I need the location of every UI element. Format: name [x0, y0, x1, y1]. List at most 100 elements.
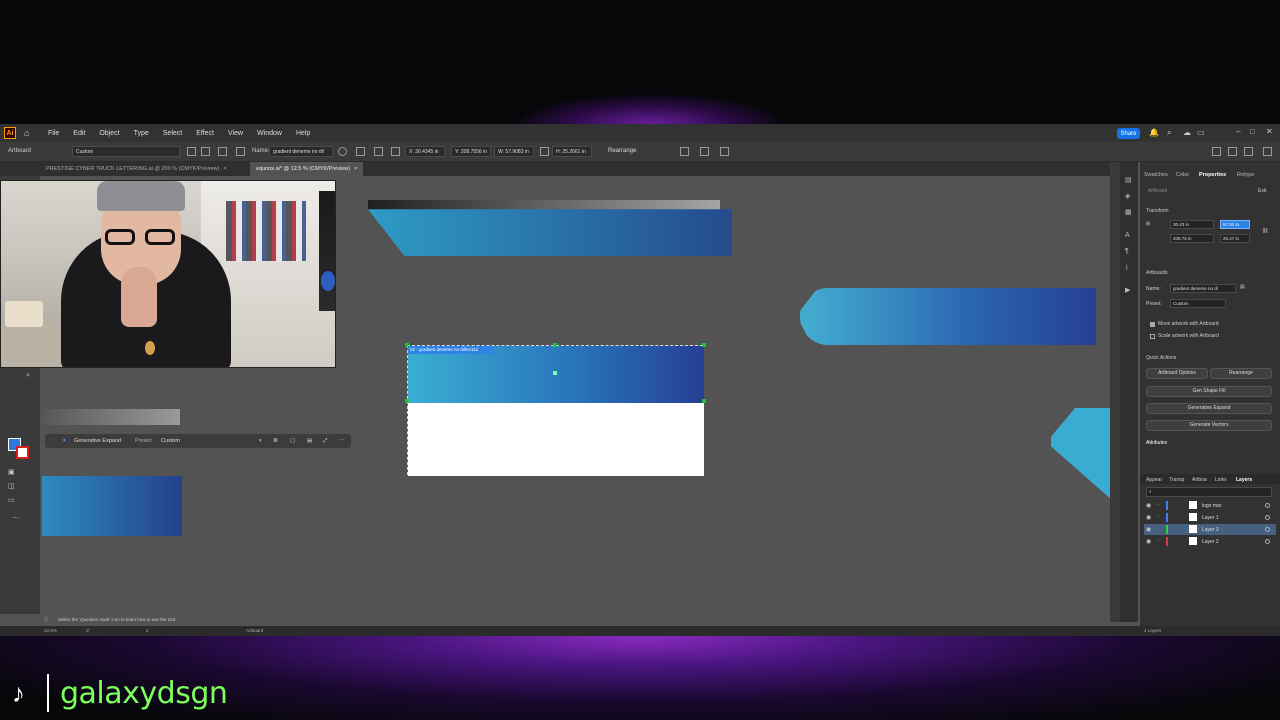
menu-select[interactable]: Select	[163, 130, 182, 137]
help-icon[interactable]: ⓘ	[44, 617, 49, 623]
gear-icon[interactable]	[338, 147, 347, 156]
selection-handle[interactable]	[553, 343, 557, 347]
minimize-icon[interactable]: –	[1236, 127, 1240, 136]
tab-appearance[interactable]: Appear	[1146, 477, 1162, 483]
layer-row[interactable]: ◉ ▫ Layer 2	[1144, 536, 1276, 547]
play-icon[interactable]: ▶	[1125, 286, 1130, 294]
expand-icon[interactable]: ⤢	[323, 438, 327, 445]
rearrange-button[interactable]: Rearrange	[1210, 368, 1272, 379]
generate-vectors-button[interactable]: Generate Vectors	[1146, 420, 1272, 431]
menu-window[interactable]: Window	[257, 130, 282, 137]
preset-dropdown[interactable]: Custom	[161, 438, 180, 444]
menu-file[interactable]: File	[48, 130, 59, 137]
constrain-proportions-icon[interactable]: ⛓	[1262, 228, 1268, 234]
lock-icon[interactable]: ▫	[1157, 526, 1159, 532]
canvas-gradient-rect-left[interactable]	[42, 476, 182, 536]
home-icon[interactable]: ⌂	[24, 128, 34, 138]
tab-layers[interactable]: Layers	[1236, 477, 1252, 483]
tab-equnox[interactable]: equnox.ai* @ 12.5 % (CMYK/Preview) ×	[250, 162, 364, 176]
properties-icon[interactable]: ▤	[1125, 176, 1132, 184]
h-field[interactable]: H: 25.2661 in	[552, 146, 592, 157]
lock-icon[interactable]: ▫	[1157, 502, 1159, 508]
artboard-list-icon[interactable]: ▤	[1240, 284, 1245, 290]
artboard-options-button[interactable]: Artboard Options	[1146, 368, 1208, 379]
tab-retype[interactable]: Retype	[1237, 172, 1254, 178]
preset-select[interactable]: Custom	[72, 146, 180, 157]
move-artwork-checkbox[interactable]	[1150, 322, 1155, 327]
target-icon[interactable]	[1265, 527, 1270, 532]
target-icon[interactable]	[1265, 539, 1270, 544]
selection-handle[interactable]	[405, 343, 409, 347]
adjust-icon[interactable]: ⚙	[273, 438, 278, 444]
reference-point-icon[interactable]	[391, 147, 400, 156]
toolbar-options-icon[interactable]	[1244, 147, 1253, 156]
brush-icon[interactable]: ⌇	[1125, 264, 1128, 272]
rearrange-button[interactable]: Rearrange	[608, 148, 636, 154]
more-tools-icon[interactable]: ⋯	[12, 514, 19, 522]
menu-icon[interactable]	[1263, 147, 1272, 156]
menu-object[interactable]: Object	[99, 130, 119, 137]
prop-x-field[interactable]: 30.43 in	[1170, 220, 1214, 229]
scale-artwork-checkbox[interactable]	[1150, 334, 1155, 339]
screen-mode-icon[interactable]: ▭	[8, 496, 15, 504]
y-field[interactable]: Y: 208.7556 in	[451, 146, 491, 157]
status-mode[interactable]: Artboard	[246, 628, 263, 633]
prop-h-field[interactable]: 25.27 in	[1220, 234, 1250, 243]
visibility-icon[interactable]: ◉	[1146, 502, 1151, 509]
generative-expand-button[interactable]: Generative Expand	[74, 438, 121, 444]
tab-color[interactable]: Color	[1176, 172, 1189, 178]
canvas-grey-strip[interactable]	[368, 200, 720, 210]
gen-shape-fill-button[interactable]: Gen Shape Fill	[1146, 386, 1272, 397]
bell-icon[interactable]: 🔔	[1149, 128, 1159, 137]
close-icon[interactable]: ×	[354, 166, 357, 172]
w-field[interactable]: W: 57.9083 in	[494, 146, 534, 157]
canvas-scrollbar[interactable]	[1110, 162, 1120, 622]
generative-expand-button[interactable]: Generative Expand	[1146, 403, 1272, 414]
visibility-icon[interactable]: ◉	[1146, 514, 1151, 521]
selection-handle[interactable]	[702, 343, 706, 347]
prop-y-field[interactable]: 208.76 in	[1170, 234, 1214, 243]
menu-effect[interactable]: Effect	[196, 130, 214, 137]
prop-w-field[interactable]: 57.91 in	[1220, 220, 1250, 229]
workspace-switcher-icon[interactable]: ▭	[1197, 128, 1205, 137]
variations-icon[interactable]: ▢	[290, 438, 295, 444]
layers-search-input[interactable]: ⌕	[1146, 487, 1272, 497]
align-icon[interactable]	[700, 147, 709, 156]
share-button[interactable]: Share	[1117, 128, 1140, 139]
more-icon[interactable]: ⋯	[339, 438, 345, 444]
close-icon[interactable]: ✕	[1266, 127, 1273, 136]
rotation-value[interactable]: 0°	[86, 628, 90, 633]
arrange-icon[interactable]	[1228, 147, 1237, 156]
layers-icon[interactable]: ◈	[1125, 192, 1130, 200]
export-icon[interactable]	[680, 147, 689, 156]
tab-artboards[interactable]: Artboa	[1192, 477, 1207, 483]
menu-edit[interactable]: Edit	[73, 130, 85, 137]
reference-point-icon[interactable]: ⊞	[1146, 221, 1150, 227]
exit-button[interactable]: Exit	[1258, 188, 1266, 194]
target-icon[interactable]	[1265, 503, 1270, 508]
selection-handle[interactable]	[405, 399, 409, 403]
layer-row[interactable]: ◉ ▫ logo mar	[1144, 500, 1276, 511]
tab-transparency[interactable]: Transp	[1169, 477, 1184, 483]
menu-help[interactable]: Help	[296, 130, 310, 137]
search-icon[interactable]: ⌕	[26, 372, 30, 380]
visibility-icon[interactable]: ◉	[1146, 538, 1151, 545]
layer-row[interactable]: ◉ ▫ Layer 1	[1144, 512, 1276, 523]
x-field[interactable]: X: 30.4345 in	[405, 146, 445, 157]
zoom-level[interactable]: 12.5%	[44, 628, 57, 633]
layer-row[interactable]: ◉ ▫ Layer 3	[1144, 524, 1276, 535]
selection-handle[interactable]	[702, 399, 706, 403]
drag-handle-icon[interactable]: ⋮	[51, 438, 57, 444]
new-artboard-icon[interactable]	[218, 147, 227, 156]
canvas-gradient-banner-right[interactable]	[800, 288, 1096, 345]
transform-icon[interactable]	[720, 147, 729, 156]
menu-type[interactable]: Type	[134, 130, 149, 137]
panel-menu-icon[interactable]	[1212, 147, 1221, 156]
target-icon[interactable]	[1265, 515, 1270, 520]
portrait-icon[interactable]	[187, 147, 196, 156]
libraries-icon[interactable]: ▦	[1125, 208, 1132, 216]
lock-icon[interactable]: ▫	[1157, 514, 1159, 520]
close-icon[interactable]: ×	[223, 166, 226, 172]
landscape-icon[interactable]	[201, 147, 210, 156]
canvas-gradient-shape-edge[interactable]	[1051, 408, 1111, 500]
